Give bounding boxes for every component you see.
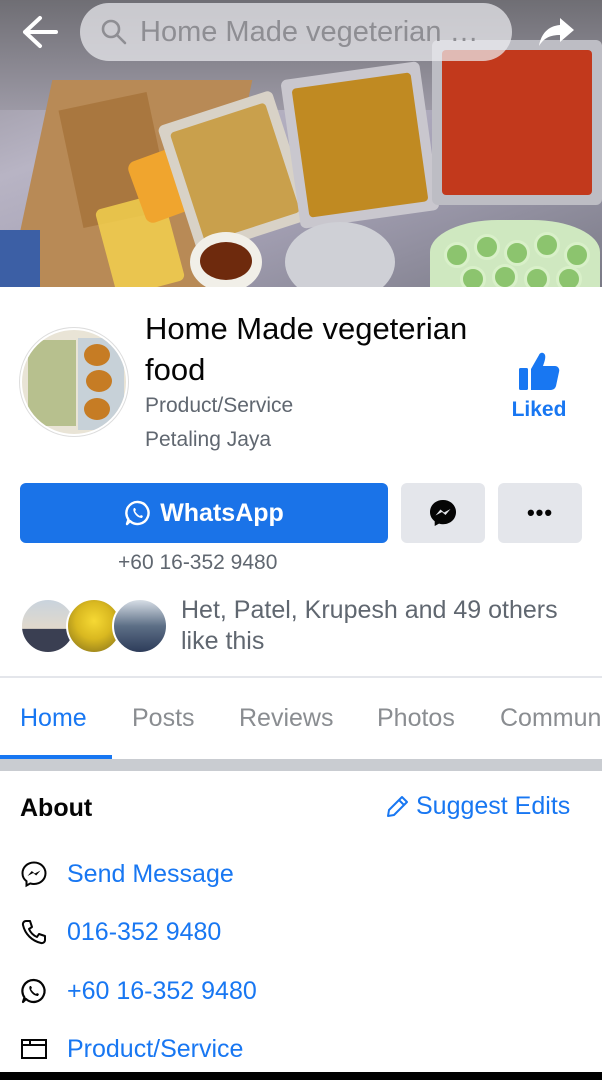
cover-tray-2 — [280, 60, 440, 230]
friends-like-text[interactable]: Het, Patel, Krupesh and 49 others like t… — [181, 595, 591, 657]
page-profile-picture[interactable] — [20, 328, 128, 436]
messenger-icon — [430, 500, 456, 526]
tab-community[interactable]: Community — [500, 704, 602, 733]
suggest-edits-label: Suggest Edits — [416, 792, 571, 820]
more-options-button[interactable]: ••• — [498, 483, 582, 543]
cover-plate — [285, 222, 395, 287]
thumbs-up-icon — [519, 352, 560, 390]
tab-reviews[interactable]: Reviews — [239, 704, 333, 733]
liked-label: Liked — [511, 398, 567, 421]
share-button[interactable] — [532, 10, 580, 54]
page-title: Home Made vegeterian food — [145, 311, 468, 387]
about-whatsapp[interactable]: +60 16-352 9480 — [20, 971, 257, 1011]
share-icon — [539, 18, 574, 46]
pencil-icon — [384, 794, 410, 820]
about-row-text: 016-352 9480 — [67, 917, 222, 946]
about-heading: About — [20, 794, 93, 822]
back-arrow-icon — [23, 16, 58, 48]
whatsapp-phone-number: +60 16-352 9480 — [118, 551, 278, 574]
about-category[interactable]: Product/Service — [20, 1029, 243, 1069]
top-bar: Home Made vegeterian food — [0, 0, 602, 64]
liked-button[interactable]: Liked — [500, 350, 578, 436]
cover-tray-3 — [432, 40, 602, 205]
avatar — [112, 598, 168, 654]
tab-photos[interactable]: Photos — [377, 704, 455, 733]
tab-posts[interactable]: Posts — [132, 704, 195, 733]
cover-cucumber-plate — [430, 220, 600, 287]
section-separator — [0, 759, 602, 771]
friend-avatars[interactable] — [20, 598, 168, 656]
search-bar[interactable]: Home Made vegeterian food — [80, 3, 512, 61]
divider — [0, 676, 602, 678]
whatsapp-icon — [124, 499, 152, 527]
about-send-message[interactable]: Send Message — [20, 854, 234, 894]
category-icon — [20, 1035, 48, 1063]
back-button[interactable] — [18, 12, 62, 52]
cover-cloth — [0, 230, 40, 287]
system-nav-bar — [0, 1072, 602, 1080]
about-phone[interactable]: 016-352 9480 — [20, 912, 221, 952]
about-row-text: Send Message — [67, 859, 234, 888]
whatsapp-button-label: WhatsApp — [160, 498, 284, 527]
whatsapp-icon — [20, 977, 48, 1005]
phone-icon — [20, 918, 48, 946]
whatsapp-button[interactable]: WhatsApp — [20, 483, 388, 543]
search-icon — [101, 19, 127, 45]
tab-home[interactable]: Home — [20, 704, 87, 733]
messenger-icon — [20, 860, 48, 888]
search-query-text: Home Made vegeterian food — [140, 15, 480, 48]
about-row-text: +60 16-352 9480 — [67, 976, 257, 1005]
suggest-edits-link[interactable]: Suggest Edits — [384, 792, 570, 821]
messenger-button[interactable] — [401, 483, 485, 543]
cover-bowl — [190, 232, 262, 287]
page-category: Product/Service — [145, 394, 294, 417]
page-tabs: Home Posts Reviews Photos Community — [0, 680, 602, 760]
page-location: Petaling Jaya — [145, 428, 272, 451]
about-row-text: Product/Service — [67, 1034, 244, 1063]
